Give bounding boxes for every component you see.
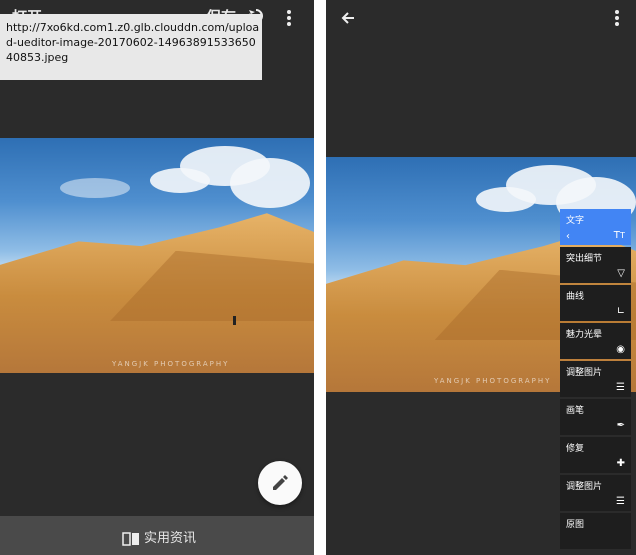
chevron-left-icon: ‹ xyxy=(566,231,570,242)
tool-label: 魅力光晕 xyxy=(566,330,603,340)
book-icon xyxy=(122,531,139,546)
bandage-icon: ✚ xyxy=(616,458,625,469)
back-arrow-icon[interactable] xyxy=(340,10,356,30)
desert-photo: YANGJK PHOTOGRAPHY xyxy=(0,138,314,373)
tool-item-details[interactable]: 突出细节 ▽ xyxy=(560,247,631,283)
url-tooltip: http://7xo6kd.com1.z0.glb.clouddn.com/up… xyxy=(0,14,262,80)
photo-watermark: YANGJK PHOTOGRAPHY xyxy=(434,377,552,385)
tool-label: 画笔 xyxy=(566,406,585,416)
sliders-icon: ☰ xyxy=(616,496,625,507)
tool-item-curves[interactable]: 曲线 ∟ xyxy=(560,285,631,321)
tool-label: 调整图片 xyxy=(566,368,603,378)
tool-item-brush[interactable]: 画笔 ✒ xyxy=(560,399,631,435)
left-screen: 打开 保存 http://7xo6kd.com1.z0.glb.clouddn.… xyxy=(0,0,314,555)
sliders-icon: ☰ xyxy=(616,382,625,393)
brush-icon: ✒ xyxy=(616,420,625,431)
more-vert-icon[interactable] xyxy=(286,10,292,26)
tool-item-healing[interactable]: 修复 ✚ xyxy=(560,437,631,473)
photo-watermark: YANGJK PHOTOGRAPHY xyxy=(112,360,230,368)
tool-item-original[interactable]: 原图 xyxy=(560,513,631,549)
tool-label: 调整图片 xyxy=(566,482,603,492)
pencil-icon xyxy=(273,475,288,490)
tool-item-glamour-glow[interactable]: 魅力光晕 ◉ xyxy=(560,323,631,359)
tool-label: 修复 xyxy=(566,444,585,454)
tool-label: 突出细节 xyxy=(566,254,603,264)
tool-item-tune-image-2[interactable]: 调整图片 ☰ xyxy=(560,475,631,511)
tool-item-tune-image[interactable]: 调整图片 ☰ xyxy=(560,361,631,397)
edit-fab[interactable] xyxy=(258,461,302,505)
tool-label: 原图 xyxy=(566,520,585,530)
bottom-bar[interactable]: 实用资讯 xyxy=(0,516,314,555)
triangle-down-icon: ▽ xyxy=(617,268,625,279)
right-screen: YANGJK PHOTOGRAPHY 文字 ‹ TT 突出细节 ▽ 曲线 ∟ 魅… xyxy=(326,0,636,555)
tool-label: 文字 xyxy=(566,216,585,226)
tool-label: 曲线 xyxy=(566,292,585,302)
bottom-bar-label: 实用资讯 xyxy=(144,531,197,546)
text-icon: TT xyxy=(613,230,625,241)
tool-item-text[interactable]: 文字 ‹ TT xyxy=(560,209,631,245)
tools-menu: 文字 ‹ TT 突出细节 ▽ 曲线 ∟ 魅力光晕 ◉ 调整图片 ☰ 画笔 ✒ 修… xyxy=(560,209,631,551)
curves-icon: ∟ xyxy=(616,306,625,317)
more-vert-icon[interactable] xyxy=(614,10,620,26)
eye-icon: ◉ xyxy=(616,344,625,355)
